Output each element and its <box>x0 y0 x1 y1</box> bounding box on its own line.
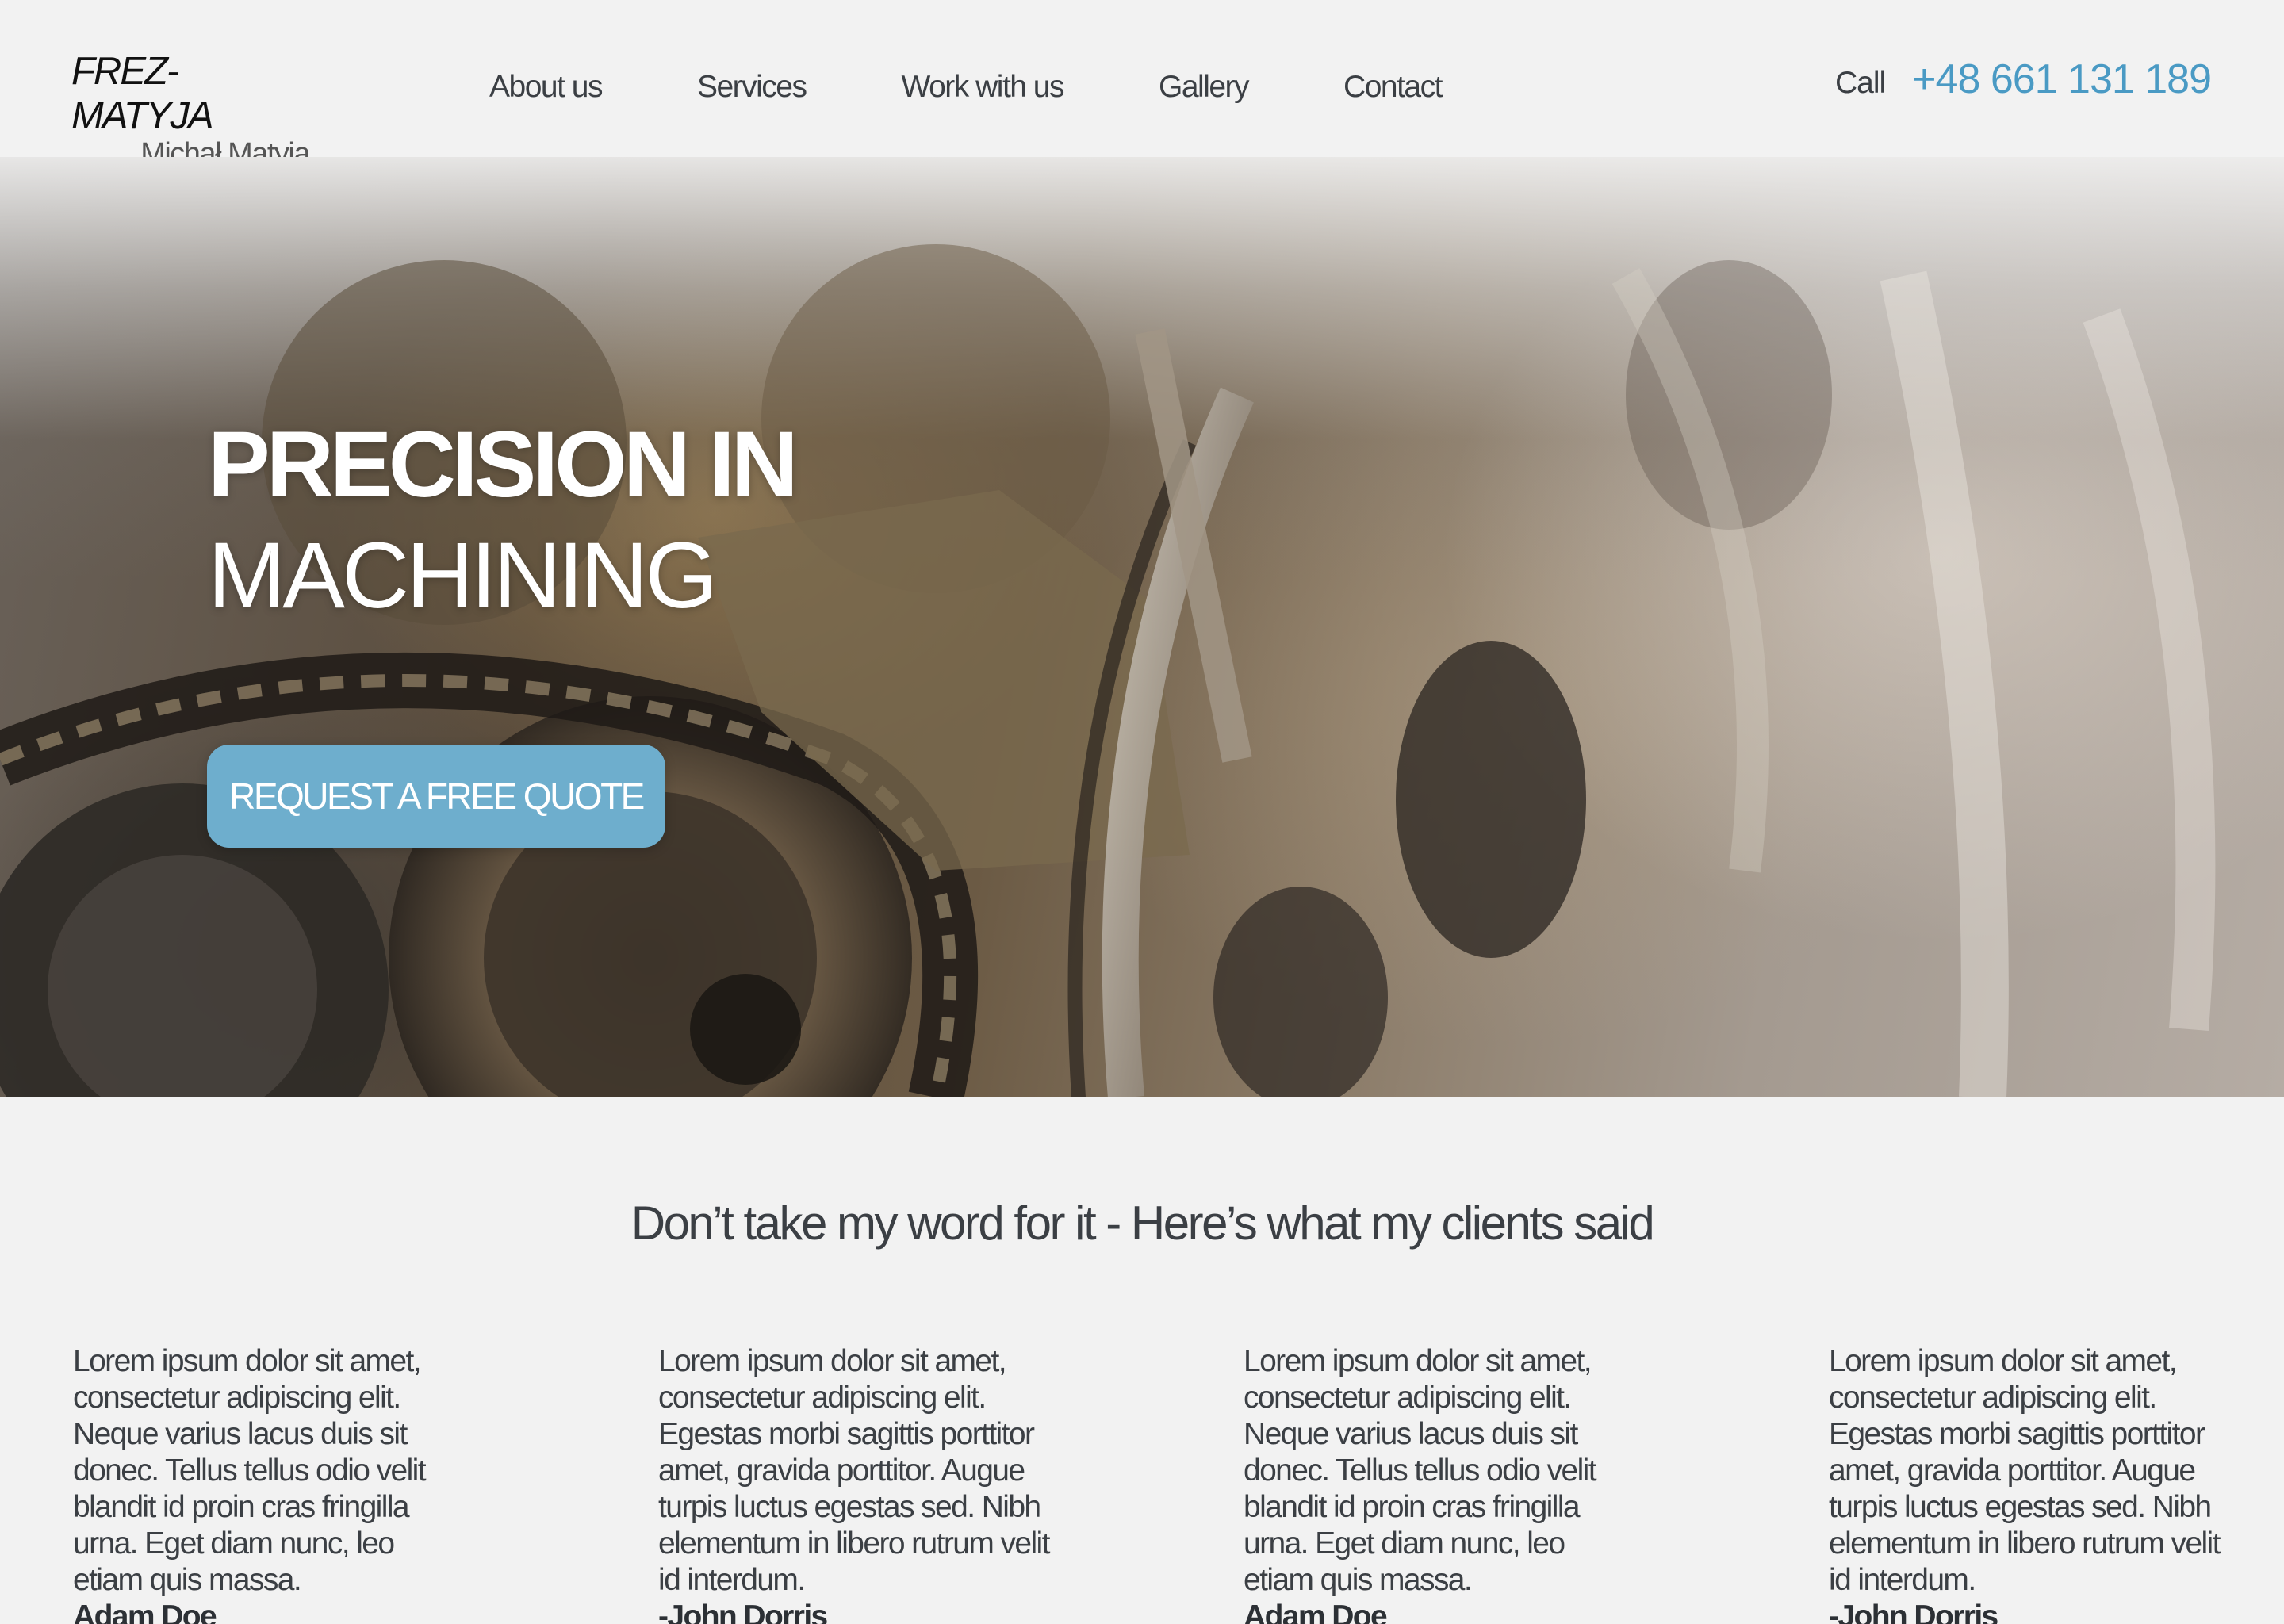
testimonial-author: -John Dorris <box>1829 1599 1998 1624</box>
nav-item-gallery[interactable]: Gallery <box>1159 70 1250 105</box>
hero-title: PRECISION IN MACHINING <box>208 409 799 631</box>
testimonial-author: Adam Doe <box>1244 1599 1388 1624</box>
logo[interactable]: FREZ-MATYJA Michał Matyja <box>71 49 311 171</box>
site-header: FREZ-MATYJA Michał Matyja About us Servi… <box>0 0 2284 170</box>
testimonial-text: Lorem ipsum dolor sit amet, consectetur … <box>1829 1344 2221 1597</box>
testimonials-heading: Don’t take my word for it - Here’s what … <box>630 1197 1655 1250</box>
main-nav: About us Services Work with us Gallery C… <box>489 63 1443 111</box>
testimonial-text: Lorem ipsum dolor sit amet, consectetur … <box>658 1344 1050 1597</box>
request-quote-button[interactable]: REQUEST A FREE QUOTE <box>207 745 665 848</box>
testimonial-card: Lorem ipsum dolor sit amet, consectetur … <box>1244 1343 1640 1624</box>
nav-item-contact[interactable]: Contact <box>1343 70 1443 105</box>
testimonial-card: Lorem ipsum dolor sit amet, consectetur … <box>658 1343 1055 1624</box>
logo-title: FREZ-MATYJA <box>71 50 214 137</box>
testimonial-card: Lorem ipsum dolor sit amet, consectetur … <box>1829 1343 2225 1624</box>
testimonial-card: Lorem ipsum dolor sit amet, consectetur … <box>73 1343 469 1624</box>
call-block: Call +48 661 131 189 <box>1834 56 2212 103</box>
hero-section: PRECISION IN MACHINING REQUEST A FREE QU… <box>0 157 2284 1097</box>
testimonials-section: Lorem ipsum dolor sit amet, consectetur … <box>73 1343 2262 1624</box>
testimonial-text: Lorem ipsum dolor sit amet, consectetur … <box>1244 1344 1597 1597</box>
call-label: Call <box>1834 66 1886 100</box>
nav-item-about-us[interactable]: About us <box>489 70 603 105</box>
nav-item-services[interactable]: Services <box>697 70 807 105</box>
hero-title-line2: MACHINING <box>208 523 718 628</box>
testimonial-author: Adam Doe <box>73 1599 217 1624</box>
hero-title-line1: PRECISION IN <box>208 412 799 517</box>
testimonial-author: -John Dorris <box>658 1599 828 1624</box>
testimonial-text: Lorem ipsum dolor sit amet, consectetur … <box>73 1344 427 1597</box>
phone-link[interactable]: +48 661 131 189 <box>1912 56 2212 103</box>
nav-item-work-with-us[interactable]: Work with us <box>902 70 1065 105</box>
